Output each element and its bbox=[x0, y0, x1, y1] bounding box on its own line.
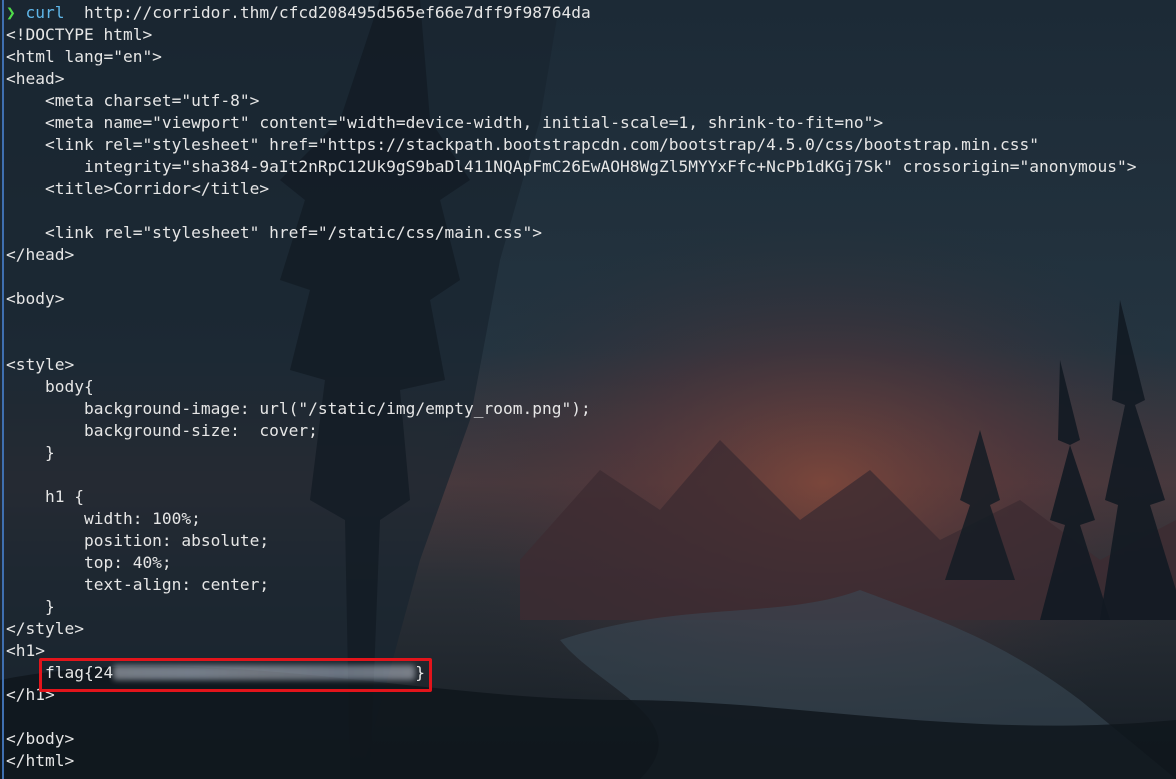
output-line: <style> bbox=[6, 355, 75, 374]
command-prompt-line: ❯ curl http://corridor.thm/cfcd208495d56… bbox=[6, 2, 591, 24]
output-line: background-size: cover; bbox=[6, 421, 318, 440]
output-line: <body> bbox=[6, 289, 65, 308]
output-line: </html> bbox=[6, 751, 75, 770]
output-line: width: 100%; bbox=[6, 509, 201, 528]
output-line: <link rel="stylesheet" href="/static/css… bbox=[6, 223, 543, 242]
output-line: <title>Corridor</title> bbox=[6, 179, 270, 198]
output-line: </head> bbox=[6, 245, 75, 264]
output-line: <!DOCTYPE html> bbox=[6, 25, 153, 44]
output-line: <head> bbox=[6, 69, 65, 88]
output-line: h1 { bbox=[6, 487, 84, 506]
output-line: </body> bbox=[6, 729, 75, 748]
command-name: curl bbox=[25, 3, 65, 22]
output-line: </style> bbox=[6, 619, 84, 638]
output-line: integrity="sha384-9aIt2nRpC12Uk9gS9baDl4… bbox=[6, 157, 1137, 176]
output-line: position: absolute; bbox=[6, 531, 270, 550]
output-line: <meta charset="utf-8"> bbox=[6, 91, 260, 110]
output-line: } bbox=[6, 443, 55, 462]
prompt-arrow-icon: ❯ bbox=[6, 3, 16, 22]
output-line: top: 40%; bbox=[6, 553, 172, 572]
output-line: <html lang="en"> bbox=[6, 47, 162, 66]
output-line: background-image: url("/static/img/empty… bbox=[6, 399, 591, 418]
output-line: <link rel="stylesheet" href="https://sta… bbox=[6, 135, 1040, 154]
command-url: http://corridor.thm/cfcd208495d565ef66e7… bbox=[64, 3, 591, 22]
output-line: <meta name="viewport" content="width=dev… bbox=[6, 113, 884, 132]
output-line: } bbox=[6, 597, 55, 616]
output-line: text-align: center; bbox=[6, 575, 270, 594]
output-line: body{ bbox=[6, 377, 94, 396]
flag-highlight-box bbox=[39, 658, 432, 692]
